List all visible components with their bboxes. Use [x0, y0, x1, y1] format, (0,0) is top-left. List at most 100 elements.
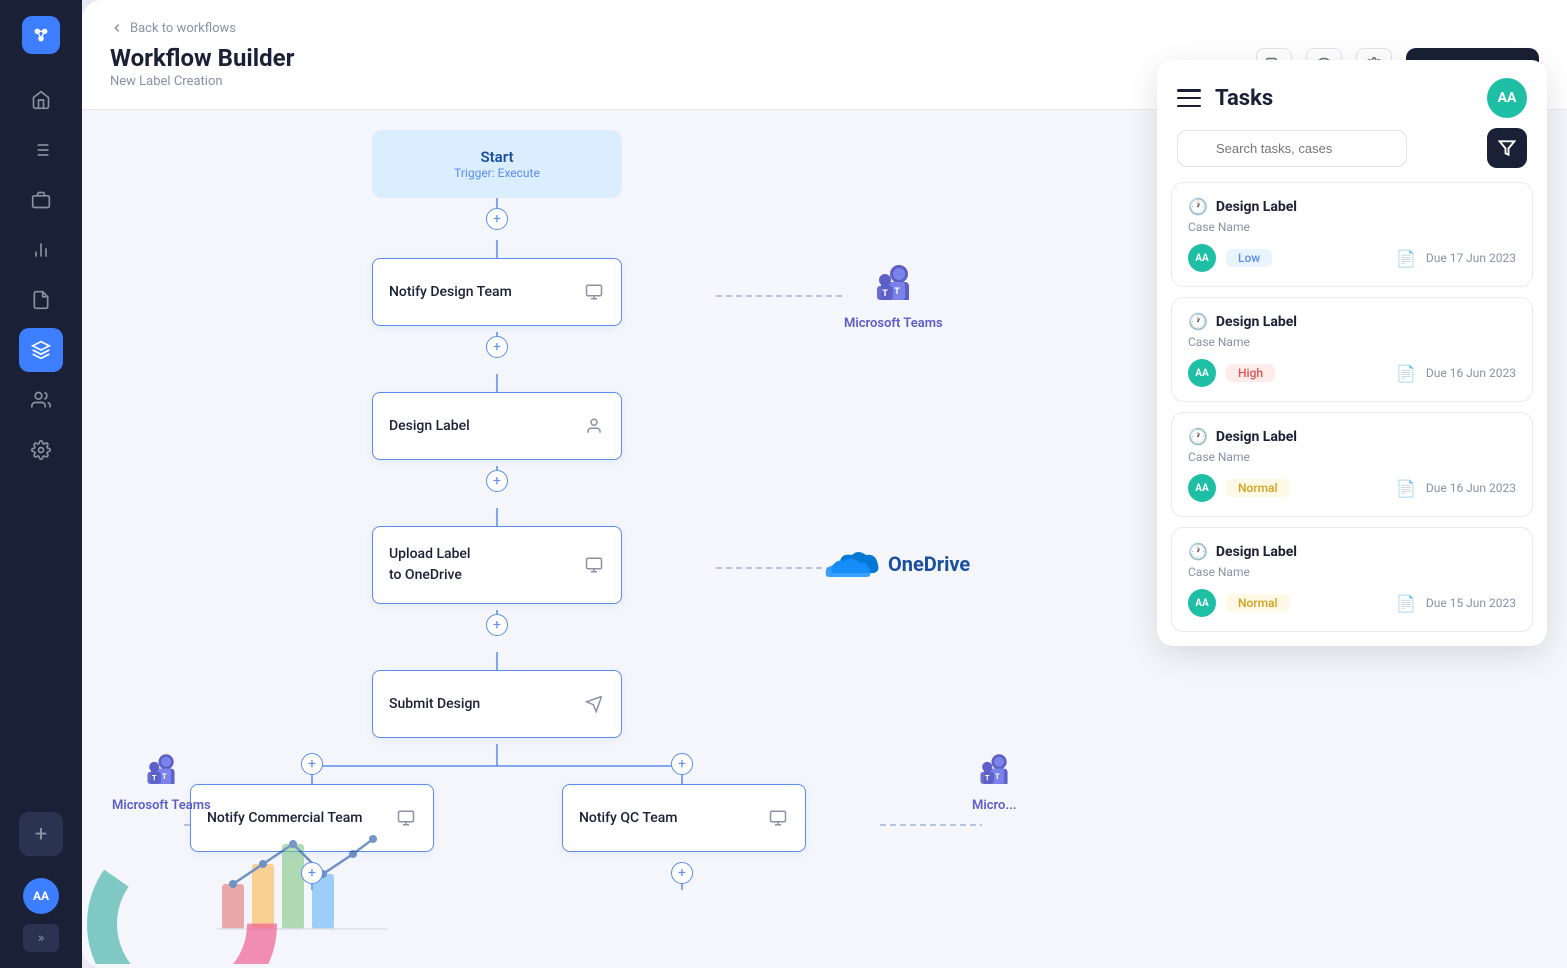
- task-card-2-header: 🕐 Design Label: [1188, 312, 1516, 331]
- back-link-label: Back to workflows: [130, 21, 236, 36]
- task-card-2-due: Due 16 Jun 2023: [1426, 366, 1516, 380]
- svg-text:T: T: [162, 772, 167, 781]
- task-card-4-priority: Normal: [1226, 594, 1290, 612]
- start-node[interactable]: Start Trigger: Execute: [372, 130, 622, 198]
- task-card-3-header: 🕐 Design Label: [1188, 427, 1516, 446]
- task-card-3-due: Due 16 Jun 2023: [1426, 481, 1516, 495]
- plus-connector-2[interactable]: +: [486, 336, 508, 358]
- task-card-4-title: Design Label: [1216, 544, 1297, 560]
- task-card-1-avatar: AA: [1188, 244, 1216, 272]
- task-card-1-priority: Low: [1226, 249, 1272, 267]
- tasks-search-row: [1157, 128, 1547, 182]
- task-card-1-footer: AA Low 📄 Due 17 Jun 2023: [1188, 244, 1516, 272]
- tasks-title: Tasks: [1215, 86, 1273, 111]
- search-input[interactable]: [1177, 130, 1407, 167]
- ms-teams-label-bottom-left: Microsoft Teams: [112, 798, 211, 813]
- task-card-3[interactable]: 🕐 Design Label Case Name AA Normal 📄 Due…: [1171, 412, 1533, 517]
- task-card-2-title: Design Label: [1216, 314, 1297, 330]
- notify-qc-label: Notify QC Team: [579, 810, 677, 826]
- workflow-canvas: Start Trigger: Execute + Notify Design T…: [82, 110, 1072, 968]
- task-card-1[interactable]: 🕐 Design Label Case Name AA Low 📄 Due 17…: [1171, 182, 1533, 287]
- task-list: 🕐 Design Label Case Name AA Low 📄 Due 17…: [1157, 182, 1547, 646]
- clock-icon-4: 🕐: [1188, 542, 1208, 561]
- sidebar-item-users[interactable]: [19, 378, 63, 422]
- sidebar-item-workflow[interactable]: [19, 328, 63, 372]
- task-card-4[interactable]: 🕐 Design Label Case Name AA Normal 📄 Due…: [1171, 527, 1533, 632]
- clock-icon-2: 🕐: [1188, 312, 1208, 331]
- page-title: Workflow Builder: [110, 44, 294, 72]
- start-node-sublabel: Trigger: Execute: [454, 166, 540, 180]
- tasks-header-left: Tasks: [1177, 86, 1273, 111]
- plus-connector-6-right[interactable]: +: [671, 862, 693, 884]
- filter-button[interactable]: [1487, 128, 1527, 168]
- sidebar-bottom: + AA »: [19, 812, 63, 952]
- onedrive-badge: OneDrive: [822, 545, 970, 583]
- plus-connector-1[interactable]: +: [486, 208, 508, 230]
- sidebar-item-document[interactable]: [19, 278, 63, 322]
- task-card-3-case: Case Name: [1188, 450, 1516, 464]
- plus-connector-6-left[interactable]: +: [301, 862, 323, 884]
- header-left: Workflow Builder New Label Creation: [110, 44, 294, 89]
- svg-text:T: T: [152, 773, 157, 782]
- plus-connector-3[interactable]: +: [486, 470, 508, 492]
- plus-connector-5-left[interactable]: +: [301, 753, 323, 775]
- sidebar-add-button[interactable]: +: [19, 812, 63, 856]
- sidebar-expand-button[interactable]: »: [23, 924, 59, 952]
- task-card-1-title: Design Label: [1216, 199, 1297, 215]
- doc-icon-1: 📄: [1396, 249, 1416, 268]
- ms-teams-label-bottom-right: Micro...: [972, 798, 1016, 813]
- notify-design-label: Notify Design Team: [389, 284, 512, 300]
- svg-text:T: T: [895, 287, 901, 297]
- main-area: Back to workflows Workflow Builder New L…: [82, 0, 1567, 968]
- notify-qc-icon: [767, 807, 789, 829]
- clock-icon-1: 🕐: [1188, 197, 1208, 216]
- upload-onedrive-icon: [583, 554, 605, 576]
- task-card-3-footer: AA Normal 📄 Due 16 Jun 2023: [1188, 474, 1516, 502]
- task-card-3-title: Design Label: [1216, 429, 1297, 445]
- sidebar-item-settings[interactable]: [19, 428, 63, 472]
- clock-icon-3: 🕐: [1188, 427, 1208, 446]
- sidebar-item-list[interactable]: [19, 128, 63, 172]
- design-label-node[interactable]: Design Label: [372, 392, 622, 460]
- tasks-panel: Tasks AA 🕐 Design Label Case Name: [1157, 60, 1547, 646]
- svg-text:T: T: [995, 772, 1000, 781]
- submit-design-label: Submit Design: [389, 696, 480, 712]
- notify-qc-node[interactable]: Notify QC Team: [562, 784, 806, 852]
- sidebar-logo[interactable]: [22, 16, 60, 54]
- hamburger-menu[interactable]: [1177, 89, 1201, 107]
- sidebar-item-chart[interactable]: [19, 228, 63, 272]
- submit-design-node[interactable]: Submit Design: [372, 670, 622, 738]
- notify-design-icon: [583, 281, 605, 303]
- sidebar-navigation: [19, 78, 63, 812]
- tasks-user-avatar[interactable]: AA: [1487, 78, 1527, 118]
- page-subtitle: New Label Creation: [110, 74, 294, 89]
- task-card-4-case: Case Name: [1188, 565, 1516, 579]
- tasks-search-wrap: [1177, 130, 1477, 167]
- task-card-4-due: Due 15 Jun 2023: [1426, 596, 1516, 610]
- sidebar-item-briefcase[interactable]: [19, 178, 63, 222]
- ms-teams-badge-bottom-left: T T Microsoft Teams: [112, 750, 211, 813]
- plus-connector-5-right[interactable]: +: [671, 753, 693, 775]
- svg-text:T: T: [985, 773, 990, 782]
- sidebar-item-home[interactable]: [19, 78, 63, 122]
- ms-teams-badge-bottom-right: T T Micro...: [972, 750, 1016, 813]
- submit-design-icon: [583, 693, 605, 715]
- start-node-label: Start: [480, 148, 513, 166]
- ms-teams-badge-top: T T Microsoft Teams: [844, 260, 943, 331]
- back-link[interactable]: Back to workflows: [110, 21, 1539, 36]
- plus-connector-4[interactable]: +: [486, 614, 508, 636]
- deco-chart: [212, 814, 392, 948]
- task-card-2-avatar: AA: [1188, 359, 1216, 387]
- task-card-1-header: 🕐 Design Label: [1188, 197, 1516, 216]
- tasks-header: Tasks AA: [1157, 60, 1547, 128]
- task-card-2[interactable]: 🕐 Design Label Case Name AA High 📄 Due 1…: [1171, 297, 1533, 402]
- upload-onedrive-label: Upload Labelto OneDrive: [389, 544, 471, 586]
- notify-design-node[interactable]: Notify Design Team: [372, 258, 622, 326]
- upload-onedrive-node[interactable]: Upload Labelto OneDrive: [372, 526, 622, 604]
- sidebar-user-avatar[interactable]: AA: [23, 878, 59, 914]
- ms-teams-label-top: Microsoft Teams: [844, 316, 943, 331]
- svg-text:T: T: [883, 289, 889, 299]
- task-card-3-priority: Normal: [1226, 479, 1290, 497]
- task-card-2-footer: AA High 📄 Due 16 Jun 2023: [1188, 359, 1516, 387]
- task-card-3-avatar: AA: [1188, 474, 1216, 502]
